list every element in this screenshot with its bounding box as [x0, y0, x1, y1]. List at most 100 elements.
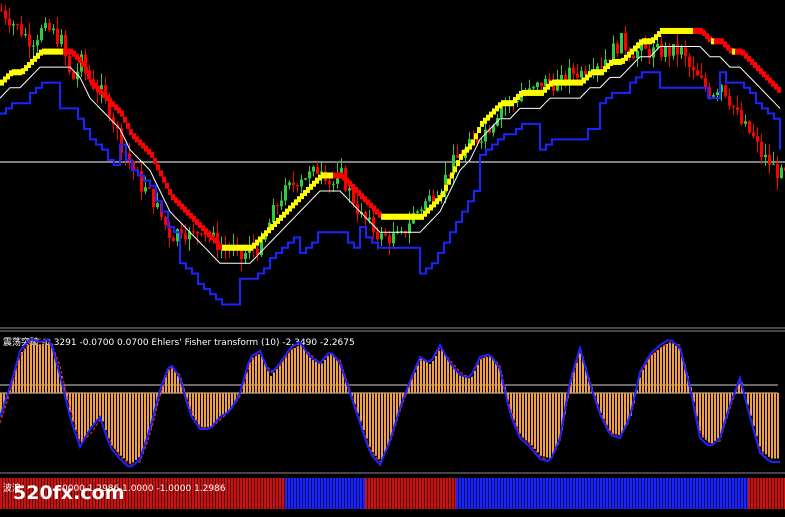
histogram-bar: [615, 393, 617, 435]
colour-bar-stripe: [380, 478, 383, 509]
trend-ribbon-step: [156, 164, 160, 171]
candle-body: [48, 22, 51, 31]
candle-body: [680, 47, 683, 55]
colour-bar-stripe: [258, 478, 261, 509]
histogram-bar: [414, 372, 416, 393]
colour-bar-stripe: [465, 478, 468, 509]
candle-body: [772, 163, 775, 165]
colour-bar-stripe: [738, 478, 741, 509]
histogram-bar: [702, 393, 704, 438]
colour-bar-stripe: [404, 478, 407, 509]
candle-body: [732, 105, 735, 108]
candle-body: [724, 85, 727, 97]
colour-bar-stripe: [255, 478, 258, 509]
colour-bar-stripe: [351, 478, 354, 509]
histogram-bar: [216, 393, 218, 421]
candle-body: [56, 28, 59, 45]
candle-body: [176, 229, 179, 242]
colour-bar-stripe: [368, 478, 371, 509]
colour-bar-stripe: [252, 478, 255, 509]
histogram-bar: [87, 393, 89, 433]
colour-bar-stripe: [531, 478, 534, 509]
histogram-bar: [174, 370, 176, 393]
candle-body: [28, 34, 31, 47]
candle-body: [572, 67, 575, 74]
histogram-bar: [576, 362, 578, 393]
colour-bar-stripe: [579, 478, 582, 509]
histogram-bar: [120, 393, 122, 456]
colour-bar-stripe: [410, 478, 413, 509]
histogram-bar: [285, 357, 287, 393]
histogram-bar: [81, 393, 83, 443]
colour-bar-stripe: [639, 478, 642, 509]
candle-body: [416, 211, 419, 213]
colour-bar-stripe: [741, 478, 744, 509]
colour-bar-stripe: [675, 478, 678, 509]
histogram-bar: [558, 393, 560, 441]
colour-bar-stripe: [744, 478, 747, 509]
colour-bar-stripe: [428, 478, 431, 509]
candle-body: [60, 34, 63, 45]
colour-bar-stripe: [288, 478, 291, 509]
candle-body: [284, 185, 287, 201]
colour-bar-stripe: [495, 478, 498, 509]
histogram-bar: [711, 393, 713, 444]
colour-bar-stripe: [300, 478, 303, 509]
candle-body: [332, 183, 335, 185]
histogram-bar: [201, 393, 203, 428]
colour-bar-stripe: [276, 478, 279, 509]
colour-bar-stripe: [672, 478, 675, 509]
candle-body: [32, 45, 35, 47]
histogram-bar: [534, 393, 536, 449]
trend-ribbon-step: [87, 73, 91, 80]
histogram-bar: [549, 393, 551, 459]
colour-bar-stripe: [333, 478, 336, 509]
colour-bar-stripe: [279, 478, 282, 509]
histogram-bar: [111, 393, 113, 446]
candle-body: [140, 171, 143, 192]
candle-body: [700, 75, 703, 78]
candle-body: [664, 46, 667, 57]
histogram-bar: [93, 393, 95, 424]
colour-bar-stripe: [365, 478, 368, 509]
colour-bar-stripe: [285, 478, 288, 509]
candle-body: [16, 24, 19, 26]
trend-ribbon-step: [450, 172, 454, 179]
histogram-bar: [384, 393, 386, 453]
colour-bar-stripe: [264, 478, 267, 509]
histogram-bar: [777, 393, 779, 459]
histogram-bar: [471, 376, 473, 393]
histogram-bar: [273, 372, 275, 393]
candle-body: [736, 107, 739, 110]
colour-bar-stripe: [357, 478, 360, 509]
colour-bar-stripe: [440, 478, 443, 509]
histogram-bar: [444, 354, 446, 393]
histogram-bar: [489, 356, 491, 393]
candle-body: [72, 71, 75, 80]
colour-bar-stripe: [291, 478, 294, 509]
histogram-bar: [42, 343, 44, 393]
colour-bar-stripe: [468, 478, 471, 509]
histogram-bar: [717, 393, 719, 439]
colour-bar-stripe: [612, 478, 615, 509]
histogram-bar: [78, 393, 80, 439]
colour-bar-stripe: [663, 478, 666, 509]
candle-body: [696, 70, 699, 76]
histogram-bar: [666, 343, 668, 393]
candle-body: [172, 237, 175, 242]
trend-ribbon-step: [477, 127, 481, 134]
colour-bar-stripe: [270, 478, 273, 509]
histogram-bar: [369, 393, 371, 448]
histogram-bar: [429, 363, 431, 393]
histogram-bar: [108, 393, 110, 439]
colour-bar-stripe: [312, 478, 315, 509]
colour-bar-stripe: [309, 478, 312, 509]
colour-bar-stripe: [443, 478, 446, 509]
colour-bar-stripe: [377, 478, 380, 509]
candle-body: [728, 96, 731, 106]
colour-bar-stripe: [395, 478, 398, 509]
histogram-bar: [204, 393, 206, 428]
histogram-bar: [309, 357, 311, 393]
histogram-bar: [36, 343, 38, 393]
candle-body: [688, 56, 691, 68]
